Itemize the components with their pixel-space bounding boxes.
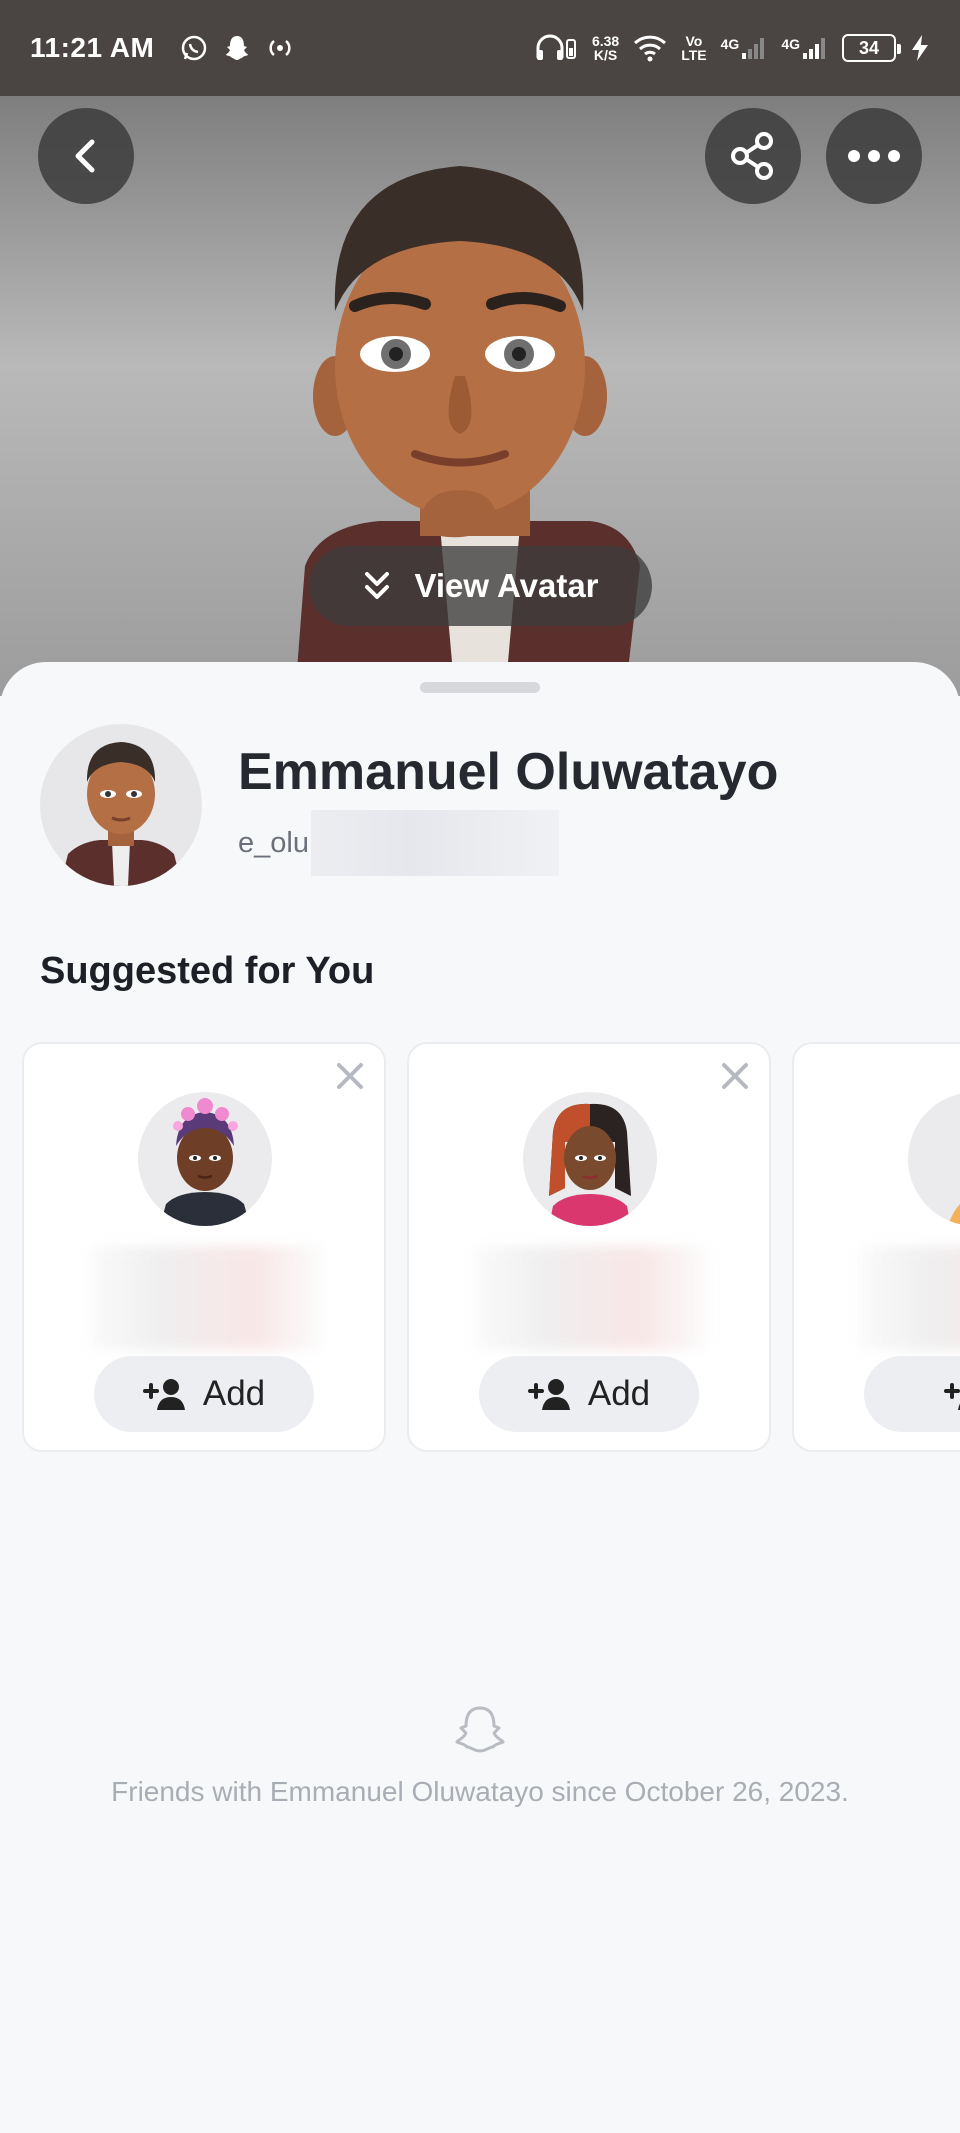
sheet-grabber[interactable]: [420, 682, 540, 693]
suggested-name-redacted: [860, 1246, 960, 1350]
signal-1: 4G: [721, 36, 768, 60]
status-bar: 11:21 AM 6.38 K/S Vo LTE 4G 4G 34: [0, 0, 960, 96]
suggested-avatar[interactable]: [908, 1092, 960, 1226]
volte-indicator: Vo LTE: [681, 34, 706, 62]
suggested-name-redacted: [475, 1246, 707, 1350]
share-icon: [731, 132, 773, 180]
view-avatar-button[interactable]: View Avatar: [309, 546, 652, 626]
hotspot-icon: [269, 40, 291, 56]
more-icon: [848, 150, 900, 162]
suggested-carousel[interactable]: Add Add: [22, 1042, 960, 1462]
add-label: Add: [587, 1374, 651, 1413]
bitmoji-avatar: [549, 1103, 631, 1226]
signal-1-label: 4G: [720, 36, 740, 52]
volte-bottom: LTE: [681, 47, 707, 63]
network-speed-unit: K/S: [593, 47, 618, 63]
bitmoji-avatar: [948, 1204, 960, 1226]
friendship-info: Friends with Emmanuel Oluwatayo since Oc…: [0, 1702, 960, 1808]
suggested-card[interactable]: [792, 1042, 960, 1452]
battery-level: 34: [858, 37, 880, 58]
suggested-card[interactable]: Add: [22, 1042, 386, 1452]
close-icon: [337, 1063, 363, 1089]
profile-bitmoji: [60, 742, 182, 886]
dismiss-button[interactable]: [715, 1056, 755, 1096]
wifi-icon: [634, 35, 667, 62]
add-friend-icon: [944, 1383, 960, 1410]
status-system-icons: 6.38 K/S Vo LTE 4G 4G 34: [534, 32, 930, 64]
back-icon: [75, 139, 95, 173]
username-row: e_olu: [238, 810, 559, 876]
display-name: Emmanuel Oluwatayo: [238, 743, 779, 801]
add-friend-button[interactable]: Add: [479, 1356, 699, 1432]
signal-2-label: 4G: [781, 36, 800, 52]
avatar[interactable]: [40, 724, 202, 886]
volte-top: Vo: [685, 33, 703, 49]
add-friend-button[interactable]: Add: [94, 1356, 314, 1432]
bitmoji-avatar: [160, 1098, 250, 1226]
profile-sheet: Emmanuel Oluwatayo e_olu Suggested for Y…: [0, 662, 960, 2133]
avatar-hero: View Avatar: [0, 96, 960, 696]
dismiss-button[interactable]: [330, 1056, 370, 1096]
chevron-double-down-icon: [365, 572, 390, 599]
add-friend-button[interactable]: [864, 1356, 960, 1432]
friends-since-text: Friends with Emmanuel Oluwatayo since Oc…: [111, 1776, 849, 1807]
status-notification-icons: [180, 34, 294, 62]
suggested-title: Suggested for You: [40, 950, 375, 992]
network-speed: 6.38 K/S: [592, 34, 619, 62]
battery-indicator: 34: [842, 34, 901, 62]
ghost-icon: [455, 1706, 505, 1753]
whatsapp-icon: [182, 35, 207, 61]
signal-2: 4G: [781, 36, 828, 60]
suggested-card[interactable]: Add: [407, 1042, 771, 1452]
status-time: 11:21 AM: [30, 32, 155, 63]
headphones-icon: [536, 34, 576, 60]
network-speed-value: 6.38: [591, 33, 620, 49]
add-label: Add: [202, 1374, 266, 1413]
suggested-avatar[interactable]: [523, 1092, 657, 1226]
suggested-avatar[interactable]: [138, 1092, 272, 1226]
signal-icon: [742, 38, 765, 59]
username: e_olu: [238, 826, 309, 859]
share-button[interactable]: [705, 108, 801, 204]
signal-icon: [803, 38, 825, 59]
add-friend-icon: [142, 1379, 185, 1410]
back-button[interactable]: [38, 108, 134, 204]
charging-icon: [912, 35, 928, 61]
more-options-button[interactable]: [826, 108, 922, 204]
suggested-name-redacted: [90, 1246, 322, 1350]
username-redacted: [310, 810, 559, 876]
close-icon: [722, 1063, 748, 1089]
add-friend-icon: [527, 1379, 570, 1410]
snapchat-icon: [226, 36, 249, 60]
view-avatar-label: View Avatar: [414, 567, 599, 604]
